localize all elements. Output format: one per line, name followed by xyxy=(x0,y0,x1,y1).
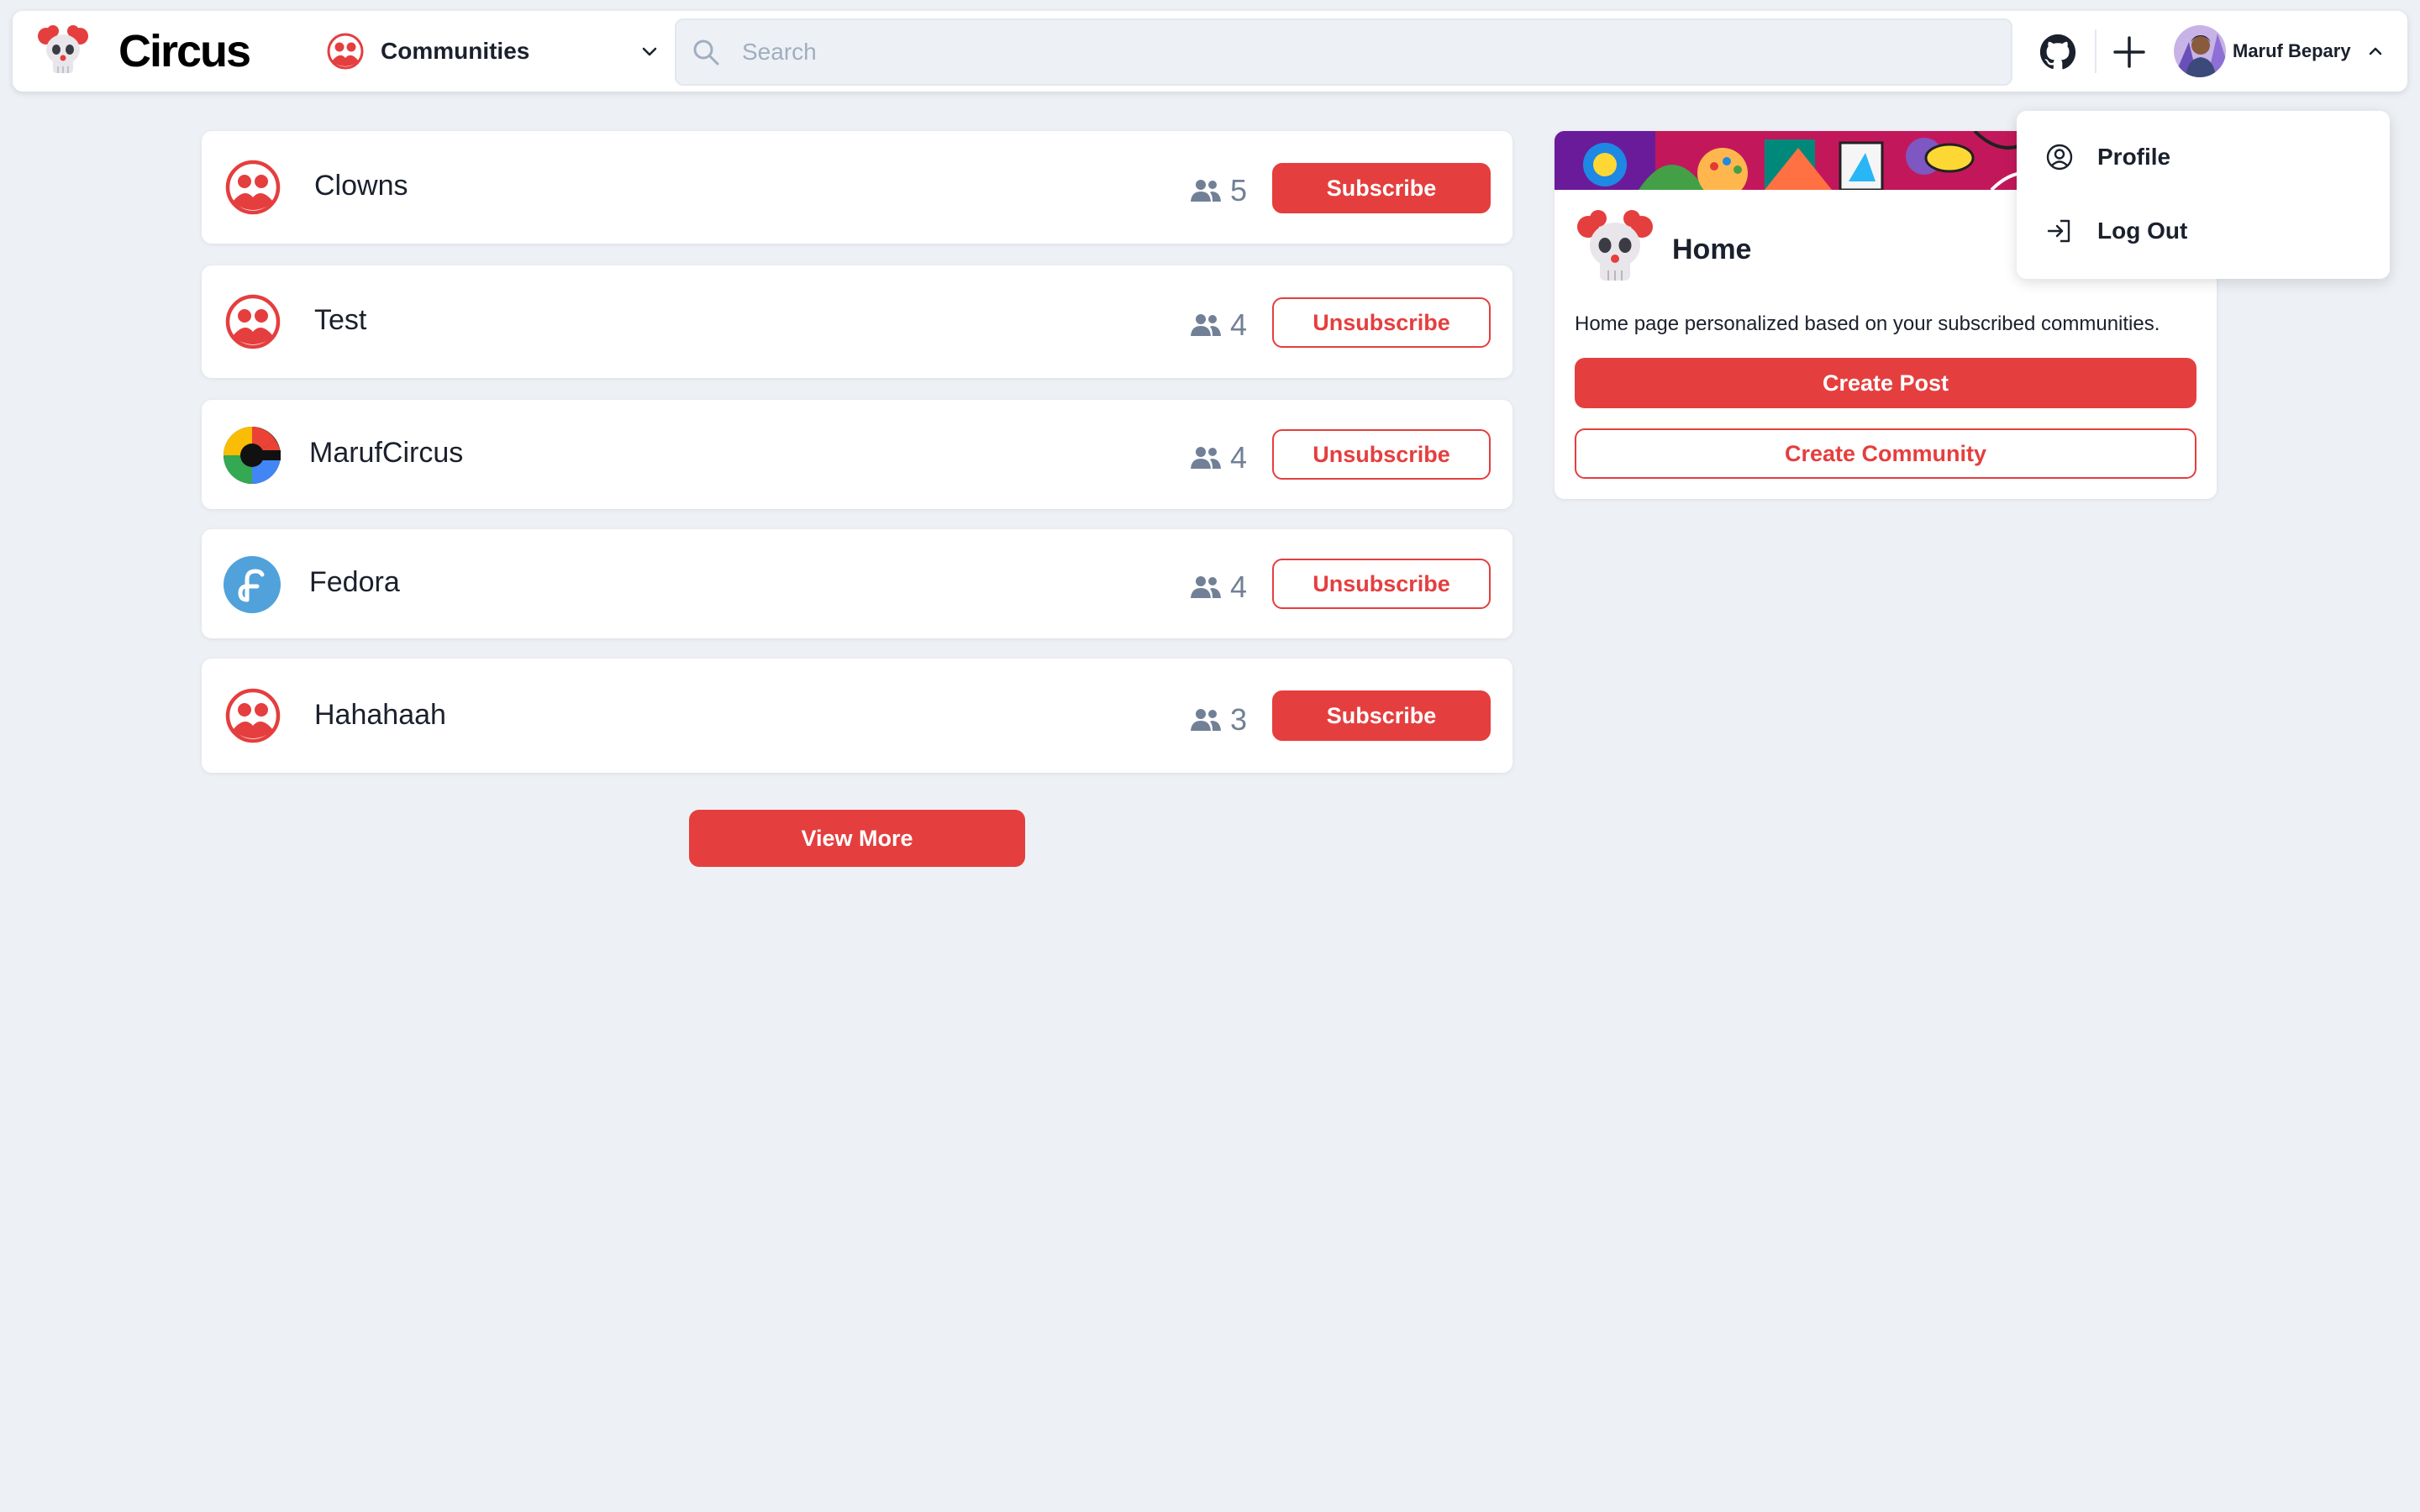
community-name: Test xyxy=(314,304,367,336)
member-count-value: 3 xyxy=(1230,702,1248,737)
search-icon xyxy=(693,39,719,66)
user-avatar xyxy=(2174,25,2226,77)
create-community-button[interactable]: Create Community xyxy=(1575,428,2196,479)
fedora-logo-icon xyxy=(224,556,281,613)
search-bar xyxy=(675,18,2012,86)
community-icon xyxy=(225,160,281,215)
community-name: MarufCircus xyxy=(309,437,464,469)
community-icon xyxy=(225,688,281,743)
home-card-title: Home xyxy=(1672,234,1752,265)
users-icon xyxy=(1191,447,1221,469)
menu-item-logout[interactable]: Log Out xyxy=(2017,197,2390,265)
member-count: 4 xyxy=(1190,440,1247,475)
create-post-button[interactable]: Create Post xyxy=(1575,358,2196,408)
member-count-value: 4 xyxy=(1230,307,1248,342)
community-name: Clowns xyxy=(314,170,408,202)
logout-icon xyxy=(2047,219,2070,243)
menu-item-profile[interactable]: Profile xyxy=(2017,123,2390,191)
community-card-marufcircus[interactable]: MarufCircus 4 Unsubscribe xyxy=(202,400,1512,509)
header-divider xyxy=(2095,29,2096,73)
community-icon xyxy=(327,33,364,70)
user-circle-icon xyxy=(2046,144,2073,171)
clown-skull-icon xyxy=(1577,210,1653,281)
menu-item-label: Log Out xyxy=(2097,218,2188,244)
member-count: 5 xyxy=(1190,173,1247,208)
plus-icon[interactable] xyxy=(2110,33,2149,71)
member-count: 3 xyxy=(1190,702,1247,738)
community-icon xyxy=(225,294,281,349)
member-count: 4 xyxy=(1190,570,1247,605)
home-card-description: Home page personalized based on your sub… xyxy=(1575,312,2160,335)
users-icon xyxy=(1191,314,1221,336)
chevron-up-icon xyxy=(2369,47,2381,55)
member-count: 4 xyxy=(1190,307,1247,343)
unsubscribe-button[interactable]: Unsubscribe xyxy=(1272,559,1491,609)
community-card-hahahaah[interactable]: Hahahaah 3 Subscribe xyxy=(202,659,1512,773)
community-card-clowns[interactable]: Clowns 5 Subscribe xyxy=(202,131,1512,244)
chevron-down-icon xyxy=(642,47,657,56)
logo-text[interactable]: Circus xyxy=(118,26,251,76)
search-input[interactable] xyxy=(742,39,2011,66)
community-card-test[interactable]: Test 4 Unsubscribe xyxy=(202,265,1512,378)
unsubscribe-button[interactable]: Unsubscribe xyxy=(1272,429,1491,480)
user-name: Maruf Bepary xyxy=(2233,40,2351,61)
users-icon xyxy=(1191,576,1221,598)
community-card-fedora[interactable]: Fedora 4 Unsubscribe xyxy=(202,529,1512,638)
users-icon xyxy=(1191,180,1221,202)
community-name: Fedora xyxy=(309,566,400,598)
unsubscribe-button[interactable]: Unsubscribe xyxy=(1272,297,1491,348)
subscribe-button[interactable]: Subscribe xyxy=(1272,163,1491,213)
community-select-label: Communities xyxy=(381,38,530,64)
top-navbar: Circus Communities Search Maruf Bepary xyxy=(13,11,2407,92)
view-more-button[interactable]: View More xyxy=(689,810,1025,867)
users-icon xyxy=(1191,709,1221,731)
user-dropdown-menu: Profile Log Out xyxy=(2017,111,2390,279)
member-count-value: 4 xyxy=(1230,440,1248,475)
community-select-dropdown[interactable]: Communities xyxy=(315,23,668,80)
subscribe-button[interactable]: Subscribe xyxy=(1272,690,1491,741)
github-icon[interactable] xyxy=(2039,34,2076,71)
member-count-value: 4 xyxy=(1230,570,1248,604)
menu-item-label: Profile xyxy=(2097,144,2171,170)
google-logo-icon xyxy=(224,427,281,484)
member-count-value: 5 xyxy=(1230,173,1248,207)
clown-skull-logo-icon[interactable] xyxy=(36,24,90,78)
community-name: Hahahaah xyxy=(314,699,446,731)
user-menu-button[interactable]: Maruf Bepary xyxy=(2164,21,2399,81)
